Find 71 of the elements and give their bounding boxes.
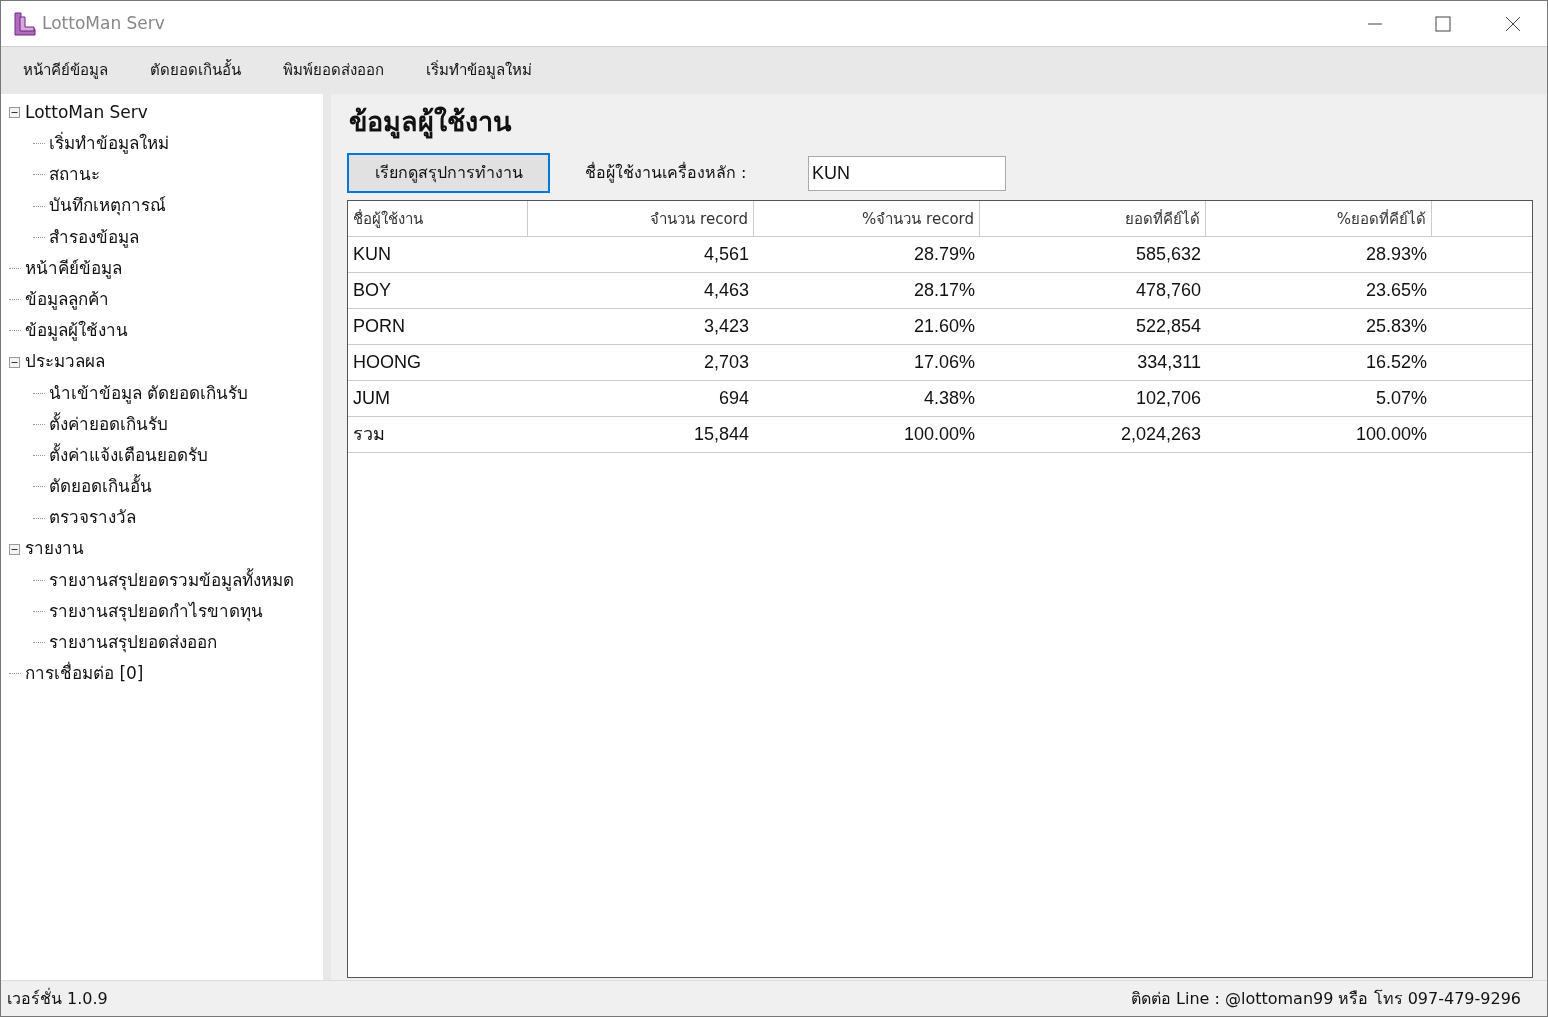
window-title: LottoMan Serv (42, 11, 165, 35)
tree-item[interactable]: รายงานสรุปยอดส่งออก (49, 630, 217, 656)
tree-item[interactable]: นำเข้าข้อมูล ตัดยอดเกินรับ (49, 380, 249, 407)
close-icon[interactable] (1505, 15, 1521, 32)
tree-item[interactable]: สำรองข้อมูล (49, 224, 139, 251)
table-cell-text: 23.65% (1364, 279, 1428, 302)
table-cell-text: 100.00% (1354, 423, 1428, 446)
menu-item[interactable]: พิมพ์ยอดส่งออก (273, 55, 394, 86)
table-cell-text: 17.06% (912, 351, 976, 374)
table-cell-text: 585,632 (1134, 243, 1202, 266)
table-cell-text: 28.93% (1364, 243, 1428, 266)
tree-item[interactable]: ข้อมูลผู้ใช้งาน (25, 318, 128, 344)
column-header[interactable]: %ยอดที่คีย์ได้ (1206, 201, 1432, 237)
table-cell-text: รวม (352, 423, 386, 446)
tree-item[interactable]: เริ่มทำข้อมูลใหม่ (49, 131, 169, 157)
tree-item[interactable]: รายงานสรุปยอดรวมข้อมูลทั้งหมด (49, 567, 294, 594)
tree-item[interactable]: รายงานสรุปยอดกำไรขาดทุน (49, 598, 263, 625)
table-cell-text: JUM (352, 387, 391, 410)
table-cell-text: PORN (352, 315, 406, 338)
table-cell-text: 4.38% (922, 387, 976, 410)
table-cell-text: 5.07% (1374, 387, 1428, 410)
main-user-field[interactable]: KUN (808, 155, 1006, 191)
tree-item[interactable]: การเชื่อมต่อ [0] (25, 661, 144, 687)
column-header[interactable]: จำนวน record (528, 201, 754, 237)
table-cell-text: 522,854 (1134, 315, 1202, 338)
tree-item[interactable]: ตัดยอดเกินอั้น (49, 474, 152, 500)
tree-item[interactable]: ตั้งค่ายอดเกินรับ (49, 411, 168, 438)
tree-item[interactable]: ข้อมูลลูกค้า (25, 286, 109, 313)
collapse-icon[interactable] (9, 107, 20, 119)
table-cell-text: 21.60% (912, 315, 976, 338)
table-cell-text: 28.79% (912, 243, 976, 266)
tree-item[interactable]: หน้าคีย์ข้อมูล (25, 255, 122, 282)
table-cell-text: 102,706 (1134, 387, 1202, 410)
table-cell-text: KUN (352, 243, 392, 266)
column-header[interactable]: ชื่อผู้ใช้งาน (348, 201, 528, 237)
tree-item[interactable]: ประมวลผล (25, 349, 105, 375)
menu-item[interactable]: เริ่มทำข้อมูลใหม่ (416, 55, 542, 86)
table-cell-text: 4,561 (702, 243, 750, 266)
tree-item[interactable]: LottoMan Serv (25, 99, 148, 126)
tree-item[interactable]: ตั้งค่าแจ้งเตือนยอดรับ (49, 442, 208, 469)
tree-item[interactable]: สถานะ (49, 162, 100, 188)
table-cell-text: 15,844 (692, 423, 750, 446)
app-logo-icon (12, 10, 38, 37)
table-cell-text: 25.83% (1364, 315, 1428, 338)
table-cell-text: 3,423 (702, 315, 750, 338)
contact-text: ติดต่อ Line : @lottoman99 หรือ โทร 097-479-9296 (1130, 987, 1521, 1010)
collapse-icon[interactable] (9, 543, 20, 555)
table-cell-text: 2,024,263 (1119, 423, 1202, 446)
menu-item[interactable]: ตัดยอดเกินอั้น (140, 55, 251, 86)
main-user-label: ชื่อผู้ใช้งานเครื่องหลัก : (585, 161, 748, 185)
table-cell-text: 334,311 (1136, 351, 1202, 374)
summary-button[interactable]: เรียกดูสรุปการทำงาน (347, 153, 550, 193)
tree-item[interactable]: รายงาน (25, 536, 84, 562)
table-cell-text: 478,760 (1134, 279, 1202, 302)
table-cell-text: 16.52% (1364, 351, 1428, 374)
page-title: ข้อมูลผู้ใช้งาน (348, 105, 513, 141)
table-cell-text: 2,703 (702, 351, 750, 374)
table-cell-text: 100.00% (902, 423, 976, 446)
table-cell-text: 694 (717, 387, 750, 410)
table-cell-text: 4,463 (702, 279, 750, 302)
menu-item[interactable]: หน้าคีย์ข้อมูล (13, 55, 118, 86)
column-header[interactable]: ยอดที่คีย์ได้ (980, 201, 1206, 237)
tree-item[interactable]: บันทึกเหตุการณ์ (49, 193, 166, 219)
maximize-icon[interactable] (1435, 15, 1451, 32)
table-cell-text: BOY (352, 279, 392, 302)
tree-item[interactable]: ตรวจรางวัล (49, 505, 136, 531)
table-cell-text: HOONG (352, 351, 422, 374)
version-text: เวอร์ชั่น 1.0.9 (7, 987, 108, 1010)
collapse-icon[interactable] (9, 356, 20, 368)
column-header[interactable]: %จำนวน record (754, 201, 980, 237)
table-cell-text: 28.17% (912, 279, 976, 302)
